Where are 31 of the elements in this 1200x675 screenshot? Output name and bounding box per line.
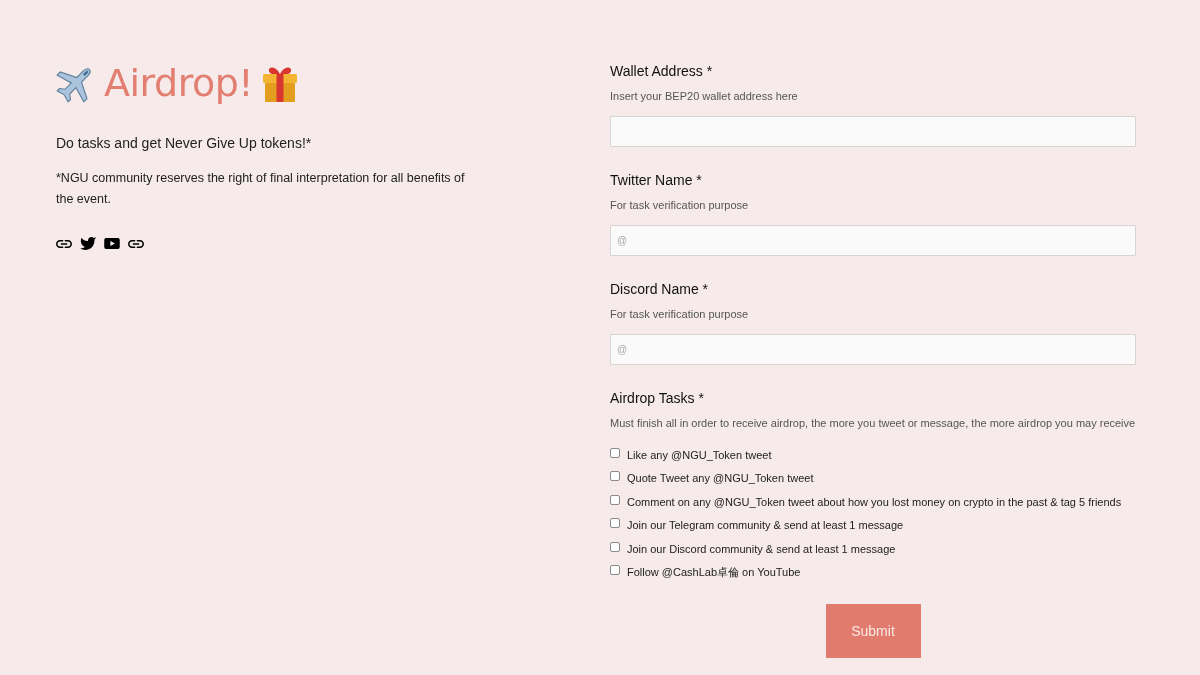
field-label: Airdrop Tasks * — [610, 389, 705, 407]
task-label: Comment on any @NGU_Token tweet about how you lost money on crypto in the past & tag 5 friends — [627, 494, 1122, 509]
task-checkbox[interactable] — [610, 518, 620, 529]
task-checkbox[interactable] — [610, 471, 620, 482]
task-label: Quote Tweet any @NGU_Token tweet — [627, 471, 814, 486]
task-checkbox[interactable] — [610, 447, 620, 458]
task-checkbox[interactable] — [610, 494, 620, 505]
video-play-icon[interactable] — [104, 238, 120, 249]
field-label: Discord Name * — [610, 280, 710, 298]
disclaimer-text: *NGU community reserves the right of final interpretation for all benefits of the event. — [56, 170, 466, 208]
field-label: Twitter Name * — [610, 171, 703, 189]
input-field[interactable] — [610, 116, 1136, 147]
task-label: Like any @NGU_Token tweet — [627, 447, 772, 462]
submit-button[interactable]: Submit — [825, 604, 921, 658]
field-label: Wallet Address * — [610, 62, 714, 80]
field-hint: For task verification purpose — [610, 307, 750, 321]
link-icon[interactable] — [128, 239, 144, 248]
input-field[interactable]: @ — [610, 334, 1136, 365]
task-checkbox[interactable] — [610, 565, 620, 576]
task-label: Join our Telegram community & send at least 1 message — [627, 518, 904, 533]
field-hint: Insert your BEP20 wallet address here — [610, 89, 799, 103]
task-label: Follow @CashLab卓倫 on YouTube — [627, 565, 801, 580]
task-label: Join our Discord community & send at least 1 message — [627, 541, 896, 556]
task-checkbox[interactable] — [610, 541, 620, 552]
bird-icon[interactable] — [80, 237, 96, 250]
field-hint: Must finish all in order to receive airdrop, the more you tweet or message, the more airdrop you may receive — [610, 416, 1136, 430]
page-title: Airdrop! — [104, 60, 254, 106]
input-field[interactable]: @ — [610, 225, 1136, 256]
field-hint: For task verification purpose — [610, 198, 750, 212]
link-icon[interactable] — [56, 239, 72, 248]
tagline-text: Do tasks and get Never Give Up tokens!* — [56, 134, 313, 153]
